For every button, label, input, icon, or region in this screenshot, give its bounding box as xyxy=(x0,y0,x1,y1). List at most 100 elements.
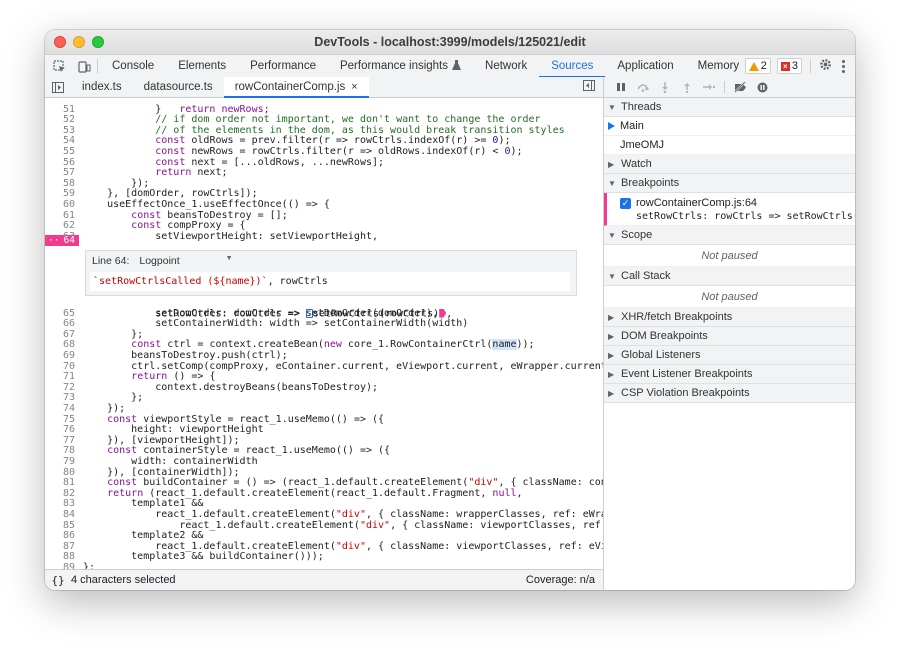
line-number[interactable]: 55 xyxy=(45,146,75,158)
tab-performance-insights[interactable]: Performance insights xyxy=(328,55,473,77)
collapsed-caret-icon: ▶ xyxy=(608,312,615,322)
call-stack-label: Call Stack xyxy=(621,270,671,282)
tab-elements[interactable]: Elements xyxy=(166,55,238,77)
breakpoint-location: rowContainerComp.js:64 xyxy=(636,197,758,209)
code-line: 69 beansToDestroy.push(ctrl); xyxy=(45,350,603,362)
breakpoint-code-snippet: setRowCtrls: rowCtrls => setRowCtrls(ro… xyxy=(636,211,855,222)
toggle-navigator-icon[interactable] xyxy=(45,77,71,97)
title-bar: DevTools - localhost:3999/models/125021/… xyxy=(45,30,855,55)
logpoint-line-label: Line 64: xyxy=(92,255,130,267)
tab-application[interactable]: Application xyxy=(605,55,685,77)
breakpoints-label: Breakpoints xyxy=(621,177,680,189)
experiment-flask-icon xyxy=(452,59,462,73)
step-out-icon[interactable] xyxy=(676,77,698,97)
kebab-menu-icon[interactable] xyxy=(838,59,849,73)
tab-performance[interactable]: Performance xyxy=(238,55,328,77)
tab-performance-insights-label: Performance insights xyxy=(339,60,449,72)
expanded-caret-icon: ▼ xyxy=(608,102,616,112)
thread-item-worker[interactable]: JmeOMJ xyxy=(604,136,855,155)
logpoint-expression-input[interactable]: `setRowCtrlsCalled (${name})`, rowCtrls xyxy=(90,272,570,291)
warning-icon xyxy=(748,61,759,71)
toggle-debugger-sidebar-icon[interactable] xyxy=(583,80,595,94)
collapsed-caret-icon: ▶ xyxy=(608,331,615,341)
debugger-sidebar: ▼ Threads Main JmeOMJ ▶ Watch ▼ Breakpoi… xyxy=(604,77,855,590)
line-number[interactable]: 60 xyxy=(45,199,75,211)
tab-sources[interactable]: Sources xyxy=(539,55,606,78)
gear-icon[interactable] xyxy=(819,58,832,74)
logpoint-expr-rest: , rowCtrls xyxy=(267,276,328,287)
minimize-window-button[interactable] xyxy=(73,36,85,48)
warnings-count: 2 xyxy=(760,60,767,72)
window-title: DevTools - localhost:3999/models/125021/… xyxy=(314,35,586,49)
file-tab-label: rowContainerComp.js xyxy=(234,81,346,93)
expanded-caret-icon: ▼ xyxy=(608,230,616,240)
section-label: Event Listener Breakpoints xyxy=(621,368,753,380)
maximize-window-button[interactable] xyxy=(92,36,104,48)
code-line: 60 useEffectOnce_1.useEffectOnce(() => { xyxy=(45,199,603,211)
main-tab-bar: Console Elements Performance Performance… xyxy=(45,55,855,78)
pause-icon[interactable] xyxy=(610,77,632,97)
watch-section-header[interactable]: ▶ Watch xyxy=(604,155,855,174)
watch-label: Watch xyxy=(621,158,652,170)
line-number[interactable]: 74 xyxy=(45,403,75,415)
collapsed-caret-icon: ▶ xyxy=(608,369,615,379)
file-tab-rowcontainercomp-js[interactable]: rowContainerComp.js × xyxy=(223,77,369,98)
deactivate-breakpoints-icon[interactable] xyxy=(729,77,751,97)
file-tab-index-ts[interactable]: index.ts xyxy=(71,77,133,97)
global-listeners-section-header[interactable]: ▶ Global Listeners xyxy=(604,346,855,365)
current-thread-arrow-icon xyxy=(608,122,615,130)
breakpoint-checkbox[interactable]: ✓ xyxy=(620,198,631,209)
tab-memory[interactable]: Memory xyxy=(686,55,752,77)
coverage-status: Coverage: n/a xyxy=(525,574,595,586)
breakpoints-section-header[interactable]: ▼ Breakpoints xyxy=(604,174,855,193)
tab-network[interactable]: Network xyxy=(473,55,539,77)
warnings-badge[interactable]: 2 xyxy=(744,58,771,74)
breakpoint-item[interactable]: ✓ rowContainerComp.js:64 setRowCtrls: ro… xyxy=(604,193,855,226)
tab-console[interactable]: Console xyxy=(100,55,166,77)
call-stack-section-header[interactable]: ▼ Call Stack xyxy=(604,267,855,286)
thread-item-main[interactable]: Main xyxy=(604,117,855,136)
pretty-print-button[interactable]: {} xyxy=(45,574,71,587)
threads-section-header[interactable]: ▼ Threads xyxy=(604,98,855,117)
inspect-element-icon[interactable] xyxy=(45,55,73,77)
code-line: 84 react_1.default.createElement("div", … xyxy=(45,509,603,521)
code-line: 73 }; xyxy=(45,393,603,404)
code-text: template3 && buildContainer())); xyxy=(83,551,324,563)
event-listener-breakpoints-section-header[interactable]: ▶ Event Listener Breakpoints xyxy=(604,365,855,384)
close-tab-icon[interactable]: × xyxy=(351,81,357,93)
step-into-icon[interactable] xyxy=(654,77,676,97)
file-tab-datasource-ts[interactable]: datasource.ts xyxy=(133,77,224,97)
close-window-button[interactable] xyxy=(54,36,66,48)
logpoint-expr-string: `setRowCtrlsCalled (${name})` xyxy=(93,276,268,287)
errors-badge[interactable]: × 3 xyxy=(776,58,802,74)
code-line: 55 const newRows = rowCtrls.filter(r => … xyxy=(45,146,603,158)
pause-on-exceptions-icon[interactable] xyxy=(751,77,773,97)
line-number[interactable]: 79 xyxy=(45,456,75,468)
window-controls xyxy=(54,36,104,48)
line-number[interactable]: 69 xyxy=(45,350,75,362)
code-editor[interactable]: return newRows; 51 } 52 // if dom order n… xyxy=(45,98,603,569)
collapsed-caret-icon: ▶ xyxy=(608,350,615,360)
collapsed-caret-icon: ▶ xyxy=(608,159,615,169)
code-line: 79 width: containerWidth xyxy=(45,456,603,468)
scope-label: Scope xyxy=(621,229,653,241)
logpoint-gutter-marker[interactable]: ·· 64 xyxy=(45,235,79,246)
line-number[interactable]: 84 xyxy=(45,509,75,521)
errors-count: 3 xyxy=(791,60,798,72)
debugger-toolbar xyxy=(604,77,855,98)
logpoint-type-select[interactable]: Logpoint ▼ xyxy=(139,255,232,267)
scope-not-paused: Not paused xyxy=(604,245,855,267)
dom-breakpoints-section-header[interactable]: ▶ DOM Breakpoints xyxy=(604,327,855,346)
code-text: react_1.default.createElement("div", { c… xyxy=(83,509,603,520)
xhr-breakpoints-section-header[interactable]: ▶ XHR/fetch Breakpoints xyxy=(604,308,855,327)
step-over-icon[interactable] xyxy=(632,77,654,97)
device-toolbar-icon[interactable] xyxy=(73,55,95,77)
call-stack-not-paused: Not paused xyxy=(604,286,855,308)
error-icon: × xyxy=(780,61,790,71)
section-label: CSP Violation Breakpoints xyxy=(621,387,750,399)
step-icon[interactable] xyxy=(698,77,720,97)
sources-editor-pane: index.ts datasource.ts rowContainerComp.… xyxy=(45,77,604,590)
scope-section-header[interactable]: ▼ Scope xyxy=(604,226,855,245)
csp-violation-breakpoints-section-header[interactable]: ▶ CSP Violation Breakpoints xyxy=(604,384,855,403)
selection-status: 4 characters selected xyxy=(71,574,176,586)
